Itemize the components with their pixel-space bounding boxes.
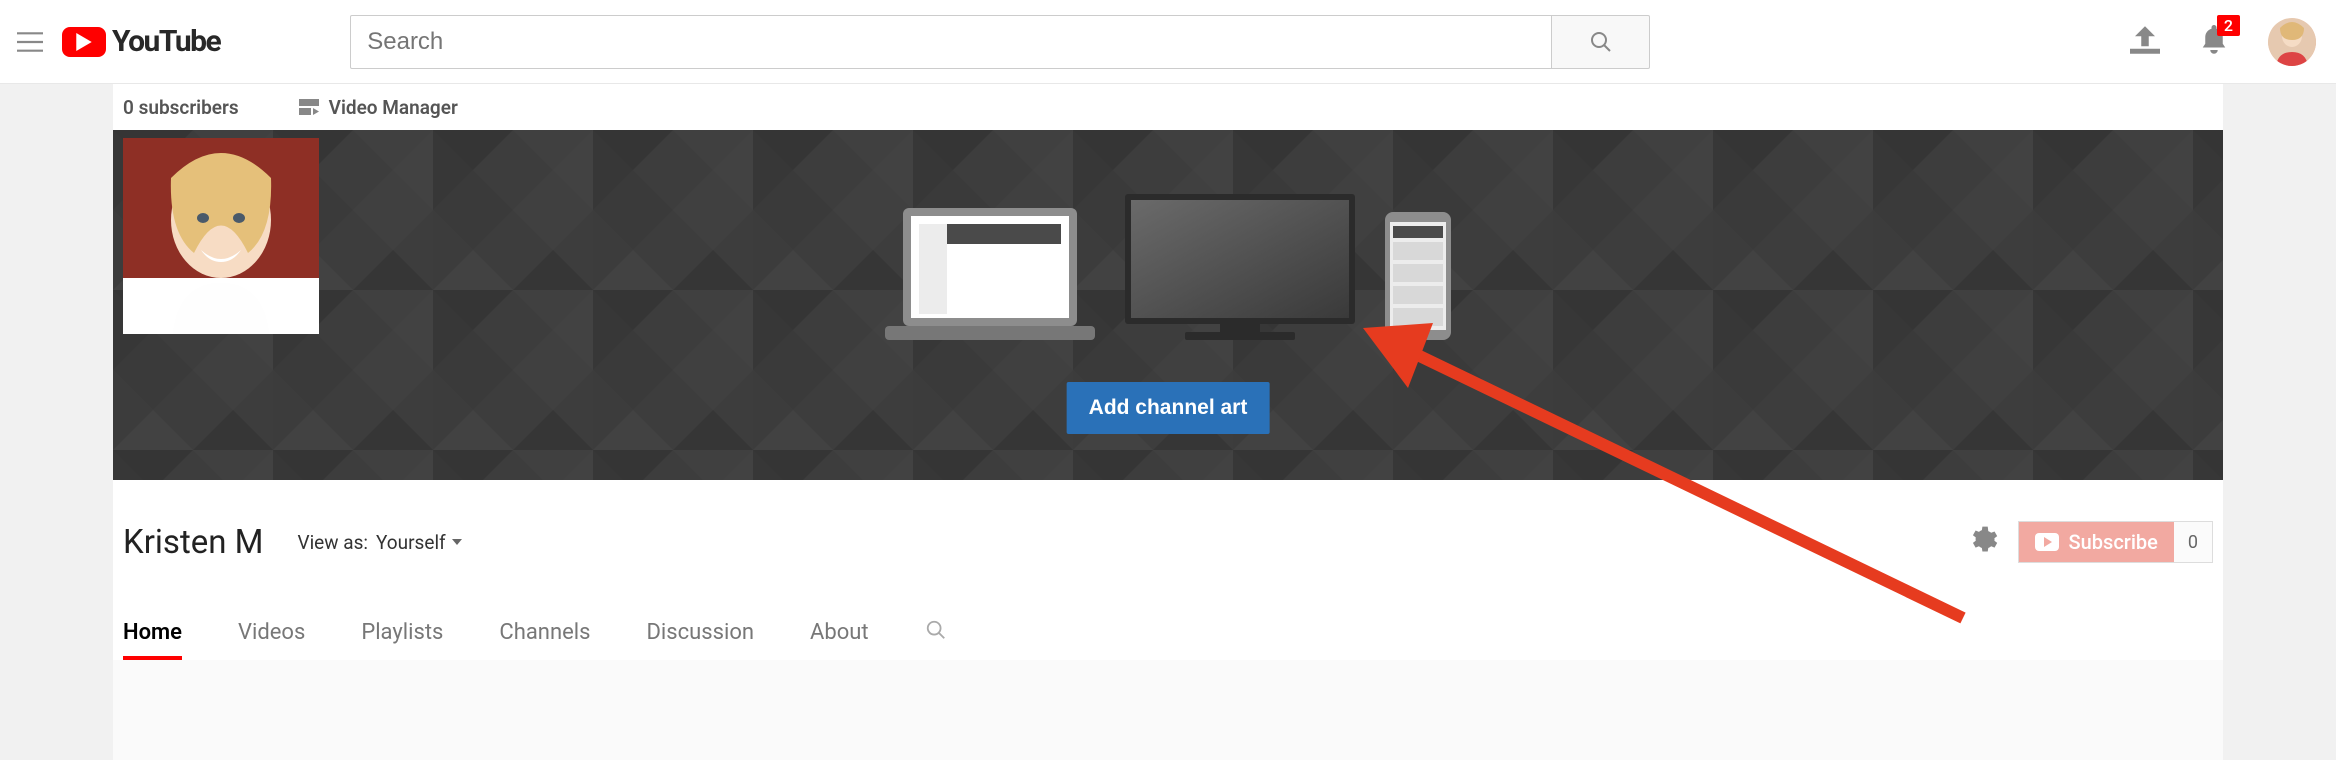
video-manager-label: Video Manager (329, 96, 458, 119)
video-manager-link[interactable]: Video Manager (299, 96, 458, 119)
laptop-icon (885, 208, 1095, 340)
youtube-play-icon (2035, 533, 2059, 551)
subscribe-control: Subscribe 0 (2018, 521, 2213, 563)
view-as-value: Yourself (376, 531, 446, 554)
subscribe-button[interactable]: Subscribe (2019, 522, 2174, 562)
search-button[interactable] (1552, 15, 1650, 69)
channel-topbar: 0 subscribers Video Manager (113, 84, 2223, 130)
channel-tabs: Home Videos Playlists Channels Discussio… (113, 604, 2223, 660)
settings-button[interactable] (1966, 524, 1998, 560)
hamburger-menu-icon[interactable] (10, 22, 50, 62)
search-bar (350, 15, 1650, 69)
upload-icon[interactable] (2130, 26, 2160, 58)
tv-icon (1125, 194, 1355, 340)
subscribe-count: 0 (2174, 522, 2212, 562)
channel-avatar[interactable] (123, 138, 319, 334)
add-channel-art-button[interactable]: Add channel art (1067, 382, 1270, 434)
youtube-logo-text: YouTube (112, 24, 220, 59)
header-right: 2 (2130, 18, 2316, 66)
notifications-icon[interactable]: 2 (2200, 25, 2228, 59)
user-avatar[interactable] (2268, 18, 2316, 66)
channel-actions: Subscribe 0 (1966, 521, 2213, 563)
tab-search-icon[interactable] (925, 619, 947, 645)
channel-name: Kristen M (123, 523, 263, 562)
view-as-control: View as: Yourself (297, 531, 461, 554)
tab-videos[interactable]: Videos (238, 604, 305, 660)
search-input[interactable] (350, 15, 1552, 69)
phone-icon (1385, 212, 1451, 340)
tab-about[interactable]: About (810, 604, 869, 660)
subscriber-count-text: 0 subscribers (123, 96, 239, 119)
tab-discussion[interactable]: Discussion (646, 604, 754, 660)
view-as-label: View as: (297, 531, 368, 554)
gear-icon (1966, 524, 1998, 556)
subscribe-label: Subscribe (2069, 530, 2158, 554)
tab-playlists[interactable]: Playlists (361, 604, 443, 660)
youtube-play-icon (62, 27, 106, 57)
channel-banner: Add channel art (113, 130, 2223, 480)
app-header: YouTube 2 (0, 0, 2336, 84)
device-preview-icons (885, 194, 1451, 340)
channel-page: 0 subscribers Video Manager (113, 84, 2223, 760)
tab-channels[interactable]: Channels (499, 604, 590, 660)
channel-info-row: Kristen M View as: Yourself Subscribe 0 (113, 480, 2223, 604)
notification-badge: 2 (2217, 15, 2240, 36)
chevron-down-icon (452, 539, 462, 545)
view-as-dropdown[interactable]: Yourself (376, 531, 462, 554)
video-manager-icon (299, 99, 319, 115)
search-icon (1589, 30, 1613, 54)
tab-home[interactable]: Home (123, 604, 182, 660)
youtube-logo[interactable]: YouTube (62, 24, 220, 59)
